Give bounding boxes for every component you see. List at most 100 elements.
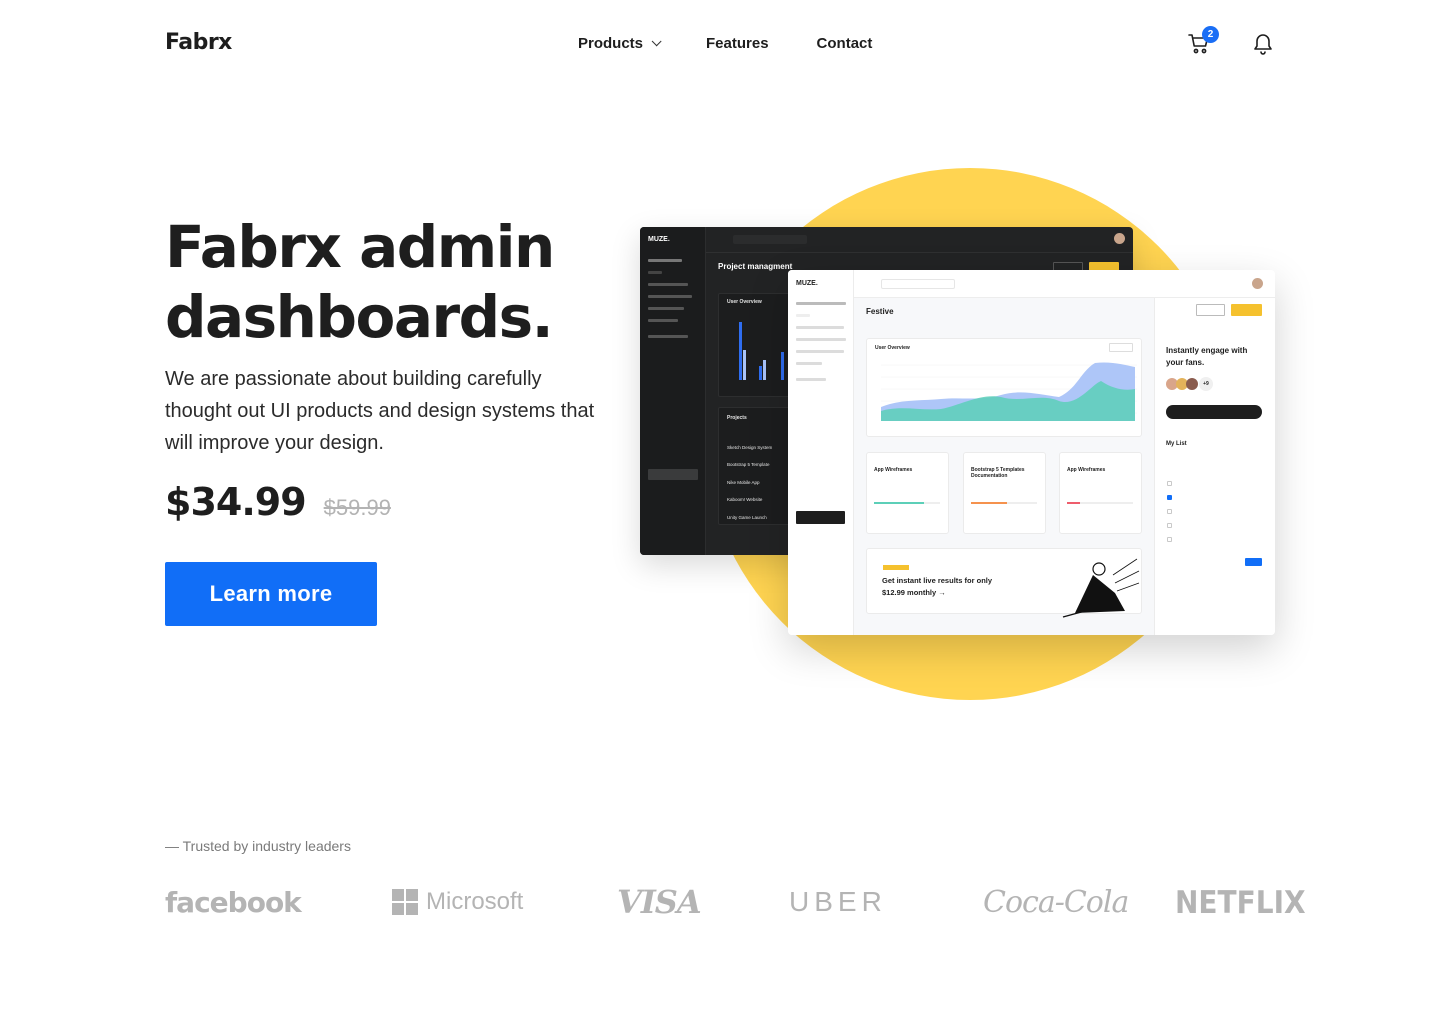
dark-project-item: Sketch Design System bbox=[727, 445, 773, 450]
light-avatar bbox=[1252, 278, 1263, 289]
light-task-title: Bootstrap 5 Templates Documentation bbox=[971, 467, 1025, 479]
light-sidebar-item bbox=[796, 378, 826, 381]
nav-products[interactable]: Products bbox=[578, 35, 662, 52]
current-price: $34.99 bbox=[165, 480, 307, 524]
light-task-title: App Wireframes bbox=[1067, 467, 1106, 473]
list-checkbox bbox=[1167, 481, 1172, 486]
light-task-card: Bootstrap 5 Templates Documentation bbox=[963, 452, 1046, 534]
dark-customize-button bbox=[648, 469, 698, 480]
dark-project-item: Bootstrap 5 Template bbox=[727, 462, 770, 467]
light-overview-filter bbox=[1109, 343, 1133, 352]
dark-topbar bbox=[706, 227, 1133, 253]
light-sidebar-item bbox=[796, 302, 846, 305]
light-engage-title: Instantly engage with your fans. bbox=[1166, 346, 1248, 367]
nav-features[interactable]: Features bbox=[706, 35, 769, 52]
coca-cola-logo: Coca-Cola bbox=[983, 884, 1129, 920]
light-task-progress bbox=[874, 502, 940, 504]
learn-more-button[interactable]: Learn more bbox=[165, 562, 377, 626]
light-sidebar-item bbox=[796, 326, 844, 329]
light-task-title: App Wireframes bbox=[874, 467, 913, 473]
dark-projects-title: Projects bbox=[727, 415, 747, 421]
site-logo[interactable]: Fabrx bbox=[165, 30, 232, 55]
light-invite-button bbox=[1196, 304, 1225, 316]
light-task-card: App Wireframes bbox=[866, 452, 949, 534]
nav-products-label: Products bbox=[578, 35, 644, 52]
dark-sidebar-item bbox=[648, 319, 678, 322]
nav-contact[interactable]: Contact bbox=[817, 35, 873, 52]
more-fans-count: +9 bbox=[1199, 377, 1213, 391]
dark-sidebar-item bbox=[648, 295, 692, 298]
microsoft-logo: Microsoft bbox=[392, 880, 523, 924]
dark-sidebar: MUZE. bbox=[640, 227, 706, 555]
dark-chart-bar bbox=[781, 352, 784, 380]
light-list-title: My List bbox=[1166, 441, 1187, 447]
light-task-progress bbox=[1067, 502, 1133, 504]
dark-overview-card: User Overview bbox=[718, 293, 798, 397]
price-row: $34.99 $59.99 bbox=[165, 480, 391, 524]
dark-chart-bar bbox=[739, 322, 742, 380]
list-checkbox bbox=[1167, 537, 1172, 542]
light-customize-button bbox=[796, 511, 845, 524]
dark-projects-card: Projects Sketch Design System Bootstrap … bbox=[718, 407, 798, 525]
light-sidebar-item bbox=[796, 362, 822, 365]
light-area-chart bbox=[881, 362, 1137, 421]
light-preview-title: Festive bbox=[866, 307, 894, 316]
dark-chart-bar bbox=[759, 366, 762, 380]
light-export-button bbox=[1231, 304, 1262, 316]
old-price: $59.99 bbox=[323, 495, 391, 520]
dark-sidebar-item bbox=[648, 259, 682, 262]
list-checkbox bbox=[1167, 495, 1172, 500]
light-preview-logo: MUZE. bbox=[796, 280, 818, 287]
light-dashboard-preview: MUZE. Festive User Overview App Wirefram… bbox=[788, 270, 1275, 635]
dark-preview-logo: MUZE. bbox=[648, 236, 670, 243]
dark-sidebar-item bbox=[648, 271, 662, 274]
illustration-icon bbox=[1062, 558, 1140, 618]
light-sidebar-item bbox=[796, 314, 810, 317]
cart-count-badge: 2 bbox=[1202, 26, 1219, 43]
dark-project-item: Kaboom! Website bbox=[727, 497, 763, 502]
light-promo-card: Get instant live results for only $12.99… bbox=[866, 548, 1142, 618]
list-checkbox bbox=[1167, 523, 1172, 528]
uber-logo: UBER bbox=[789, 886, 887, 917]
bell-icon[interactable] bbox=[1252, 32, 1274, 56]
dark-chart-bar bbox=[763, 360, 766, 380]
light-sidebar: MUZE. bbox=[788, 270, 854, 635]
top-nav: Fabrx Products Features Contact 2 bbox=[0, 0, 1440, 88]
netflix-logo: NETFLIX bbox=[1175, 883, 1306, 921]
light-add-button bbox=[1245, 558, 1262, 566]
hero-description: We are passionate about building careful… bbox=[165, 368, 595, 454]
light-promo-badge bbox=[883, 565, 909, 570]
dark-project-item: Unity Game Launch bbox=[727, 515, 767, 520]
dark-preview-title: Project managment bbox=[718, 262, 793, 271]
light-search-bar bbox=[881, 279, 955, 289]
dark-sidebar-item bbox=[648, 335, 688, 338]
light-topbar bbox=[854, 270, 1275, 298]
main-menu: Products Features Contact bbox=[578, 35, 872, 52]
light-overview-title: User Overview bbox=[875, 345, 910, 351]
dark-chart-bar bbox=[743, 350, 746, 380]
dark-overview-title: User Overview bbox=[727, 299, 762, 305]
dark-sidebar-item bbox=[648, 307, 684, 310]
start-conversation-button bbox=[1166, 405, 1262, 419]
microsoft-grid-icon bbox=[392, 889, 418, 915]
light-sidebar-item bbox=[796, 350, 844, 353]
brand-logos: facebook Microsoft VISA UBER Coca-Cola N… bbox=[165, 880, 1306, 924]
light-task-card: App Wireframes bbox=[1059, 452, 1142, 534]
light-overview-card: User Overview bbox=[866, 338, 1142, 437]
trusted-label: — Trusted by industry leaders bbox=[165, 838, 351, 854]
light-task-progress bbox=[971, 502, 1037, 504]
chevron-down-icon bbox=[651, 36, 662, 47]
dark-sidebar-item bbox=[648, 283, 688, 286]
dark-avatar bbox=[1114, 233, 1125, 244]
dark-search-bar bbox=[733, 235, 807, 244]
list-checkbox bbox=[1167, 509, 1172, 514]
light-fan-avatars: +9 bbox=[1166, 377, 1213, 391]
light-promo-text: Get instant live results for only $12.99… bbox=[882, 576, 993, 597]
light-sidebar-item bbox=[796, 338, 846, 341]
microsoft-logo-text: Microsoft bbox=[426, 888, 524, 915]
facebook-logo: facebook bbox=[165, 885, 302, 919]
dark-project-item: Nike Mobile App bbox=[727, 480, 760, 485]
avatar bbox=[1186, 378, 1198, 390]
hero-title: Fabrx admin dashboards. bbox=[165, 213, 555, 351]
visa-logo: VISA bbox=[617, 883, 702, 921]
